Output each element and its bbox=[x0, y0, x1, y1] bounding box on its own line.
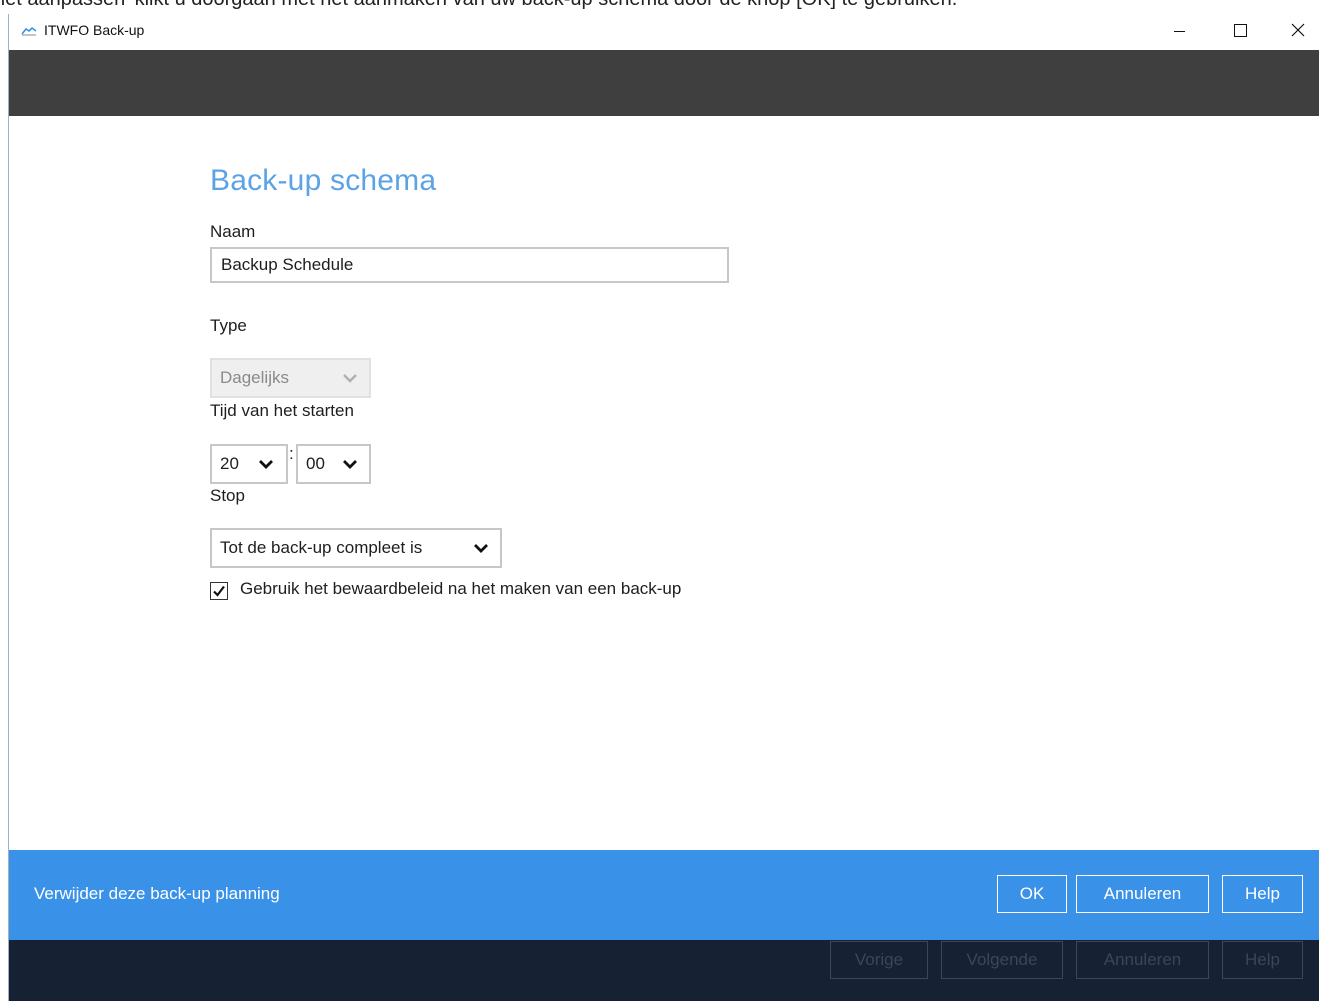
ok-button[interactable]: OK bbox=[997, 875, 1067, 913]
start-time-label: Tijd van het starten bbox=[210, 401, 354, 420]
maximize-icon bbox=[1233, 23, 1247, 37]
app-logo-icon bbox=[21, 26, 37, 36]
type-select[interactable]: Dagelijks bbox=[210, 358, 371, 398]
wizard-help-button[interactable]: Help bbox=[1222, 941, 1303, 979]
document-text: het aanpassen' klikt u doorgaan met het … bbox=[0, 0, 957, 11]
time-separator: : bbox=[289, 444, 294, 463]
stop-select[interactable]: Tot de back-up compleet is bbox=[210, 528, 502, 568]
type-select-value: Dagelijks bbox=[220, 368, 289, 387]
delete-schedule-link[interactable]: Verwijder deze back-up planning bbox=[34, 884, 280, 904]
page-title: Back-up schema bbox=[210, 164, 437, 197]
stop-select-value: Tot de back-up compleet is bbox=[220, 538, 423, 557]
document-text-strip: het aanpassen' klikt u doorgaan met het … bbox=[0, 0, 1319, 14]
name-input[interactable] bbox=[210, 247, 729, 283]
action-bar: Verwijder deze back-up planning OK Annul… bbox=[9, 850, 1319, 940]
header-band bbox=[9, 50, 1319, 116]
chevron-down-icon bbox=[343, 374, 357, 383]
help-button[interactable]: Help bbox=[1222, 875, 1303, 913]
chevron-down-icon bbox=[343, 460, 357, 469]
chevron-down-icon bbox=[474, 544, 488, 553]
next-button[interactable]: Volgende bbox=[941, 941, 1063, 979]
wizard-nav-bar: Vorige Volgende Annuleren Help bbox=[9, 940, 1319, 1001]
window-title: ITWFO Back-up bbox=[44, 22, 145, 38]
start-hour-select[interactable]: 20 bbox=[210, 444, 288, 484]
name-label: Naam bbox=[210, 222, 256, 241]
retention-checkbox[interactable] bbox=[210, 582, 228, 600]
stop-label: Stop bbox=[210, 486, 245, 505]
close-icon bbox=[1291, 23, 1305, 37]
minimize-icon bbox=[1173, 30, 1185, 32]
title-bar[interactable]: ITWFO Back-up bbox=[9, 14, 1319, 50]
start-minute-value: 00 bbox=[306, 454, 325, 473]
wizard-cancel-button[interactable]: Annuleren bbox=[1076, 941, 1209, 979]
start-minute-select[interactable]: 00 bbox=[296, 444, 371, 484]
schedule-form: Back-up schema Naam Type Dagelijks Tijd … bbox=[9, 116, 1319, 850]
checkmark-icon bbox=[213, 585, 225, 597]
cancel-button[interactable]: Annuleren bbox=[1076, 875, 1209, 913]
previous-button[interactable]: Vorige bbox=[830, 941, 928, 979]
minimize-button[interactable] bbox=[1156, 14, 1202, 46]
type-label: Type bbox=[210, 316, 247, 335]
app-window: ITWFO Back-up Back-up schema Naam Type D… bbox=[8, 14, 1319, 1001]
retention-checkbox-label: Gebruik het bewaardbeleid na het maken v… bbox=[240, 579, 682, 598]
start-hour-value: 20 bbox=[220, 454, 239, 473]
chevron-down-icon bbox=[259, 460, 273, 469]
close-button[interactable] bbox=[1275, 14, 1319, 46]
maximize-button[interactable] bbox=[1217, 14, 1263, 46]
